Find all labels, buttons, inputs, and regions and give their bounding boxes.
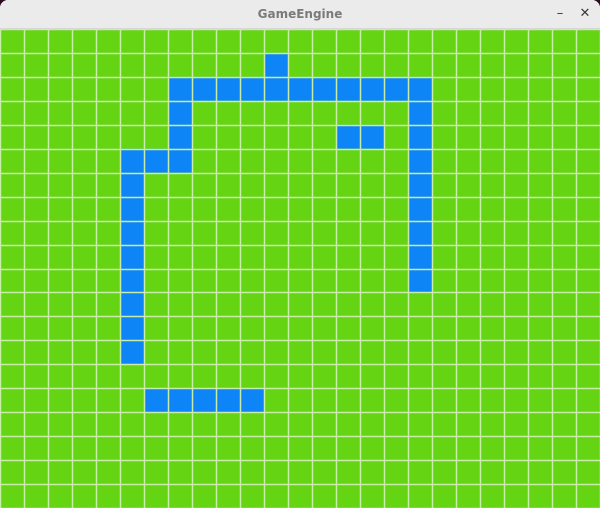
snake-block: [168, 124, 192, 149]
snake-block: [168, 388, 192, 413]
snake-block: [120, 148, 144, 173]
snake-block: [120, 292, 144, 317]
game-grid: [0, 29, 600, 508]
snake-block: [408, 220, 432, 245]
snake-block: [120, 244, 144, 269]
snake-block: [120, 316, 144, 341]
snake-block: [120, 172, 144, 197]
snake-block: [168, 148, 192, 173]
minimize-icon: –: [556, 6, 564, 21]
snake-block: [240, 76, 264, 101]
snake-block: [312, 76, 336, 101]
snake-block: [408, 148, 432, 173]
snake-block: [216, 76, 240, 101]
snake-block: [120, 340, 144, 365]
snake-block: [408, 244, 432, 269]
snake-block: [336, 76, 360, 101]
minimize-button[interactable]: –: [549, 3, 571, 25]
snake-block: [168, 76, 192, 101]
close-icon: ✕: [579, 6, 591, 21]
snake-block: [408, 76, 432, 101]
snake-block: [336, 124, 360, 149]
snake-block: [264, 52, 288, 77]
close-button[interactable]: ✕: [574, 3, 596, 25]
snake-block: [192, 388, 216, 413]
title-bar[interactable]: GameEngine – ✕: [0, 0, 600, 29]
snake-block: [120, 220, 144, 245]
snake-block: [168, 100, 192, 125]
snake-block: [408, 196, 432, 221]
snake-block: [408, 268, 432, 293]
snake-block: [408, 124, 432, 149]
snake-block: [288, 76, 312, 101]
snake-block: [120, 268, 144, 293]
snake-block: [408, 100, 432, 125]
snake-block: [360, 124, 384, 149]
snake-block: [264, 76, 288, 101]
snake-block: [144, 148, 168, 173]
window-title: GameEngine: [257, 7, 343, 21]
snake-block: [192, 76, 216, 101]
snake-block: [216, 388, 240, 413]
snake-block: [120, 196, 144, 221]
game-board[interactable]: [0, 29, 600, 508]
snake-block: [408, 172, 432, 197]
snake-block: [384, 76, 408, 101]
game-window: GameEngine – ✕: [0, 0, 600, 508]
snake-block: [144, 388, 168, 413]
snake-block: [360, 76, 384, 101]
snake-block: [240, 388, 264, 413]
